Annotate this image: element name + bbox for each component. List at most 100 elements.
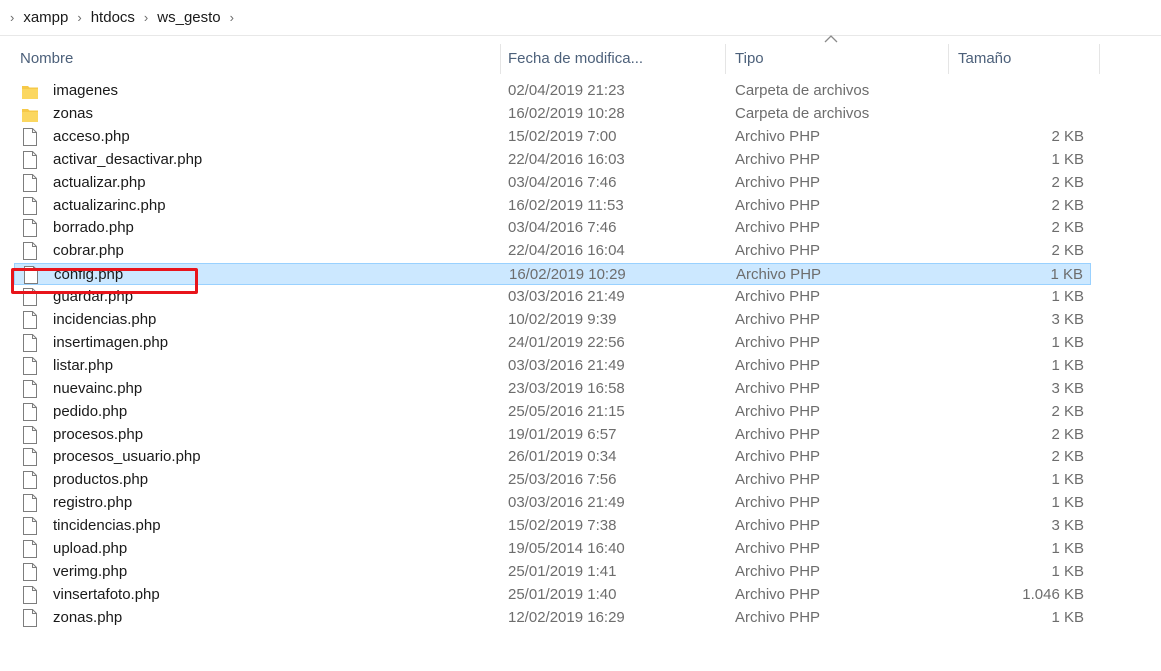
file-icon xyxy=(22,219,38,237)
file-name: actualizarinc.php xyxy=(53,197,166,214)
file-type: Archivo PHP xyxy=(735,403,821,420)
file-date: 15/02/2019 7:00 xyxy=(508,128,617,145)
list-item[interactable]: pedido.php 25/05/2016 21:15 Archivo PHP 2 K… xyxy=(14,401,1091,423)
list-item[interactable]: zonas 16/02/2019 10:28 Carpeta de archivos xyxy=(14,103,1091,125)
file-size: 3 KB xyxy=(1051,380,1084,397)
list-item[interactable]: registro.php 03/03/2016 21:49 Archivo PHP 1… xyxy=(14,492,1091,514)
file-type: Archivo PHP xyxy=(735,563,821,580)
file-name: imagenes xyxy=(53,82,119,99)
list-item[interactable]: procesos.php 19/01/2019 6:57 Archivo PHP 2 … xyxy=(14,424,1091,446)
file-icon xyxy=(22,609,38,627)
list-item[interactable]: vinsertafoto.php 25/01/2019 1:40 Archivo P… xyxy=(14,584,1091,606)
file-type: Archivo PHP xyxy=(735,151,821,168)
chevron-right-icon[interactable]: › xyxy=(10,10,14,25)
list-item[interactable]: verimg.php 25/01/2019 1:41 Archivo PHP 1 KB xyxy=(14,561,1091,583)
file-size: 2 KB xyxy=(1051,174,1084,191)
file-icon xyxy=(22,494,38,512)
file-icon xyxy=(22,311,38,329)
column-header-row: Nombre Fecha de modifica... Tipo Tamaño xyxy=(0,35,1100,78)
file-date: 22/04/2016 16:03 xyxy=(508,151,625,168)
file-icon xyxy=(22,334,38,352)
file-size: 3 KB xyxy=(1051,311,1084,328)
file-date: 16/02/2019 10:29 xyxy=(509,266,626,283)
column-header-name[interactable]: Nombre xyxy=(20,40,73,78)
file-name: borrado.php xyxy=(53,219,134,236)
file-name: listar.php xyxy=(53,357,114,374)
column-divider[interactable] xyxy=(500,44,501,74)
file-size: 1.046 KB xyxy=(1022,586,1084,603)
file-type: Archivo PHP xyxy=(735,242,821,259)
column-divider[interactable] xyxy=(1099,44,1100,74)
highlight-box xyxy=(11,268,198,294)
file-date: 22/04/2016 16:04 xyxy=(508,242,625,259)
file-icon xyxy=(22,426,38,444)
file-icon xyxy=(22,128,38,146)
file-size: 1 KB xyxy=(1051,334,1084,351)
file-icon xyxy=(22,380,38,398)
file-name: pedido.php xyxy=(53,403,128,420)
list-item[interactable]: productos.php 25/03/2016 7:56 Archivo PHP 1… xyxy=(14,469,1091,491)
list-item[interactable]: cobrar.php 22/04/2016 16:04 Archivo PHP 2 K… xyxy=(14,240,1091,262)
sort-ascending-icon xyxy=(824,31,838,47)
breadcrumb-item-ws-gesto[interactable]: ws_gesto xyxy=(157,9,220,26)
list-item[interactable]: upload.php 19/05/2014 16:40 Archivo PHP 1 K… xyxy=(14,538,1091,560)
file-size: 1 KB xyxy=(1051,151,1084,168)
list-item[interactable]: acceso.php 15/02/2019 7:00 Archivo PHP 2 KB xyxy=(14,126,1091,148)
file-size: 2 KB xyxy=(1051,219,1084,236)
file-date: 03/04/2016 7:46 xyxy=(508,219,617,236)
chevron-right-icon[interactable]: › xyxy=(230,10,234,25)
file-size: 1 KB xyxy=(1051,288,1084,305)
folder-icon xyxy=(22,105,38,123)
breadcrumb-item-htdocs[interactable]: htdocs xyxy=(91,9,135,26)
file-name: vinsertafoto.php xyxy=(53,586,160,603)
file-type: Archivo PHP xyxy=(735,311,821,328)
chevron-right-icon[interactable]: › xyxy=(77,10,81,25)
file-type: Archivo PHP xyxy=(735,174,821,191)
list-item[interactable]: zonas.php 12/02/2019 16:29 Archivo PHP 1 KB xyxy=(14,607,1091,629)
file-name: verimg.php xyxy=(53,563,128,580)
list-item[interactable]: imagenes 02/04/2019 21:23 Carpeta de archi… xyxy=(14,80,1091,102)
file-type: Archivo PHP xyxy=(735,128,821,145)
file-size: 3 KB xyxy=(1051,517,1084,534)
file-date: 02/04/2019 21:23 xyxy=(508,82,625,99)
file-date: 03/03/2016 21:49 xyxy=(508,288,625,305)
list-item[interactable]: nuevainc.php 23/03/2019 16:58 Archivo PHP 3… xyxy=(14,378,1091,400)
breadcrumb-item-xampp[interactable]: xampp xyxy=(23,9,68,26)
list-item[interactable]: actualizar.php 03/04/2016 7:46 Archivo PHP… xyxy=(14,172,1091,194)
file-size: 1 KB xyxy=(1051,540,1084,557)
chevron-right-icon[interactable]: › xyxy=(144,10,148,25)
column-divider[interactable] xyxy=(948,44,949,74)
column-header-type[interactable]: Tipo xyxy=(735,40,764,78)
file-icon xyxy=(22,242,38,260)
list-item[interactable]: listar.php 03/03/2016 21:49 Archivo PHP 1 K… xyxy=(14,355,1091,377)
list-item[interactable]: incidencias.php 10/02/2019 9:39 Archivo PH… xyxy=(14,309,1091,331)
file-name: insertimagen.php xyxy=(53,334,169,351)
list-item[interactable]: tincidencias.php 15/02/2019 7:38 Archivo P… xyxy=(14,515,1091,537)
file-date: 26/01/2019 0:34 xyxy=(508,448,617,465)
file-type: Archivo PHP xyxy=(735,426,821,443)
file-type: Archivo PHP xyxy=(735,609,821,626)
file-name: acceso.php xyxy=(53,128,130,145)
list-item[interactable]: activar_desactivar.php 22/04/2016 16:03 Ar… xyxy=(14,149,1091,171)
file-size: 2 KB xyxy=(1051,426,1084,443)
breadcrumb: › xampp › htdocs › ws_gesto › xyxy=(0,0,1161,36)
column-header-date[interactable]: Fecha de modifica... xyxy=(508,40,643,78)
file-type: Archivo PHP xyxy=(735,219,821,236)
file-name: procesos_usuario.php xyxy=(53,448,201,465)
list-item[interactable]: insertimagen.php 24/01/2019 22:56 Archivo … xyxy=(14,332,1091,354)
list-item[interactable]: procesos_usuario.php 26/01/2019 0:34 Archi… xyxy=(14,446,1091,468)
list-item[interactable]: actualizarinc.php 16/02/2019 11:53 Archivo… xyxy=(14,195,1091,217)
file-size: 1 KB xyxy=(1051,357,1084,374)
column-divider[interactable] xyxy=(725,44,726,74)
file-name: nuevainc.php xyxy=(53,380,143,397)
file-name: cobrar.php xyxy=(53,242,124,259)
file-icon xyxy=(22,403,38,421)
folder-icon xyxy=(22,82,38,100)
file-name: registro.php xyxy=(53,494,133,511)
file-size: 1 KB xyxy=(1051,609,1084,626)
file-size: 2 KB xyxy=(1051,197,1084,214)
column-header-size[interactable]: Tamaño xyxy=(958,40,1011,78)
file-name: productos.php xyxy=(53,471,149,488)
file-date: 25/01/2019 1:40 xyxy=(508,586,617,603)
list-item[interactable]: borrado.php 03/04/2016 7:46 Archivo PHP 2 K… xyxy=(14,217,1091,239)
